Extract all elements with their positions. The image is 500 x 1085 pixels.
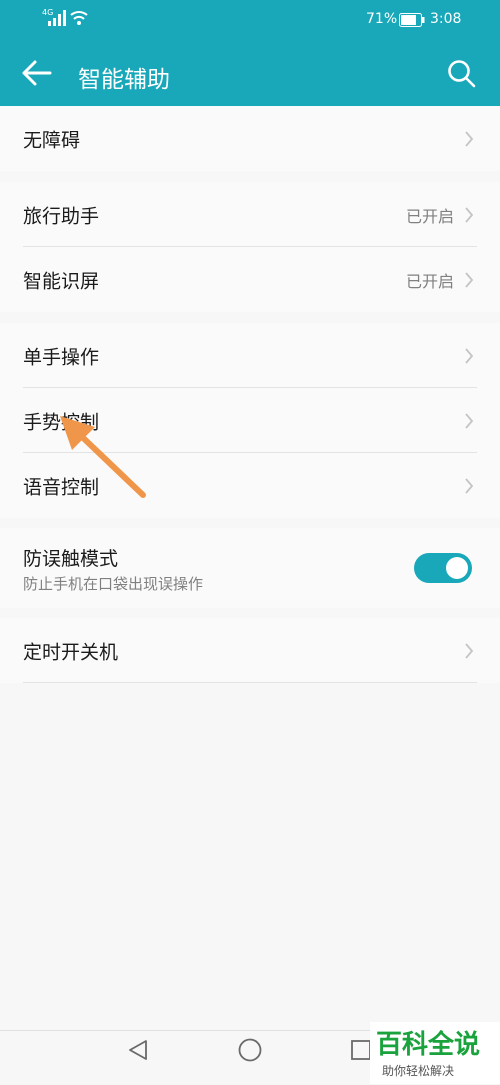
- smart-screen-recognition-row[interactable]: 智能识屏 已开启: [0, 247, 500, 312]
- row-label: 智能识屏: [23, 270, 100, 292]
- chevron-right-icon: [465, 477, 474, 494]
- recents-square-icon[interactable]: [350, 1039, 372, 1061]
- status-bar: 4G 71% 3:08: [0, 0, 500, 40]
- battery-percent: 71%: [366, 11, 398, 27]
- scheduled-power-row[interactable]: 定时开关机: [0, 618, 500, 683]
- back-triangle-icon[interactable]: [126, 1038, 150, 1062]
- row-label: 防误触模式: [23, 548, 119, 570]
- settings-group-3: 单手操作 手势控制 语音控制: [0, 323, 500, 518]
- search-icon[interactable]: [447, 59, 477, 89]
- pocket-mode-row[interactable]: 防误触模式 防止手机在口袋出现误操作: [0, 528, 500, 608]
- pocket-mode-toggle[interactable]: [414, 553, 472, 583]
- row-label: 语音控制: [23, 476, 100, 498]
- settings-group-5: 定时开关机: [0, 618, 500, 683]
- status-value: 已开启: [405, 271, 454, 291]
- watermark: 百科全说 助你轻松解决: [370, 1022, 500, 1084]
- signal-icon: [48, 10, 66, 26]
- row-label: 定时开关机: [23, 641, 119, 663]
- chevron-right-icon: [465, 271, 474, 288]
- row-description: 防止手机在口袋出现误操作: [23, 575, 204, 593]
- chevron-right-icon: [465, 347, 474, 364]
- chevron-right-icon: [465, 206, 474, 223]
- voice-control-row[interactable]: 语音控制: [0, 453, 500, 518]
- row-label: 手势控制: [23, 411, 100, 433]
- settings-group-2: 旅行助手 已开启 智能识屏 已开启: [0, 182, 500, 312]
- status-value: 已开启: [405, 206, 454, 226]
- page-title: 智能辅助: [78, 67, 170, 93]
- row-label: 单手操作: [23, 346, 100, 368]
- chevron-right-icon: [465, 130, 474, 147]
- clock: 3:08: [430, 11, 462, 27]
- app-header: 4G 71% 3:08 智能辅助: [0, 0, 500, 106]
- settings-group-1: 无障碍: [0, 106, 500, 171]
- home-circle-icon[interactable]: [237, 1037, 263, 1063]
- settings-group-4: 防误触模式 防止手机在口袋出现误操作: [0, 528, 500, 608]
- back-arrow-icon[interactable]: [20, 58, 52, 88]
- one-hand-mode-row[interactable]: 单手操作: [0, 323, 500, 388]
- travel-assistant-row[interactable]: 旅行助手 已开启: [0, 182, 500, 247]
- gesture-control-row[interactable]: 手势控制: [0, 388, 500, 453]
- battery-icon: [399, 13, 425, 27]
- row-label: 无障碍: [23, 129, 81, 151]
- chevron-right-icon: [465, 642, 474, 659]
- toggle-knob: [446, 557, 468, 579]
- row-label: 旅行助手: [23, 205, 100, 227]
- accessibility-row[interactable]: 无障碍: [0, 106, 500, 171]
- chevron-right-icon: [465, 412, 474, 429]
- wifi-icon: [70, 11, 88, 25]
- watermark-subtitle: 助你轻松解决: [382, 1064, 455, 1078]
- watermark-title: 百科全说: [376, 1030, 481, 1060]
